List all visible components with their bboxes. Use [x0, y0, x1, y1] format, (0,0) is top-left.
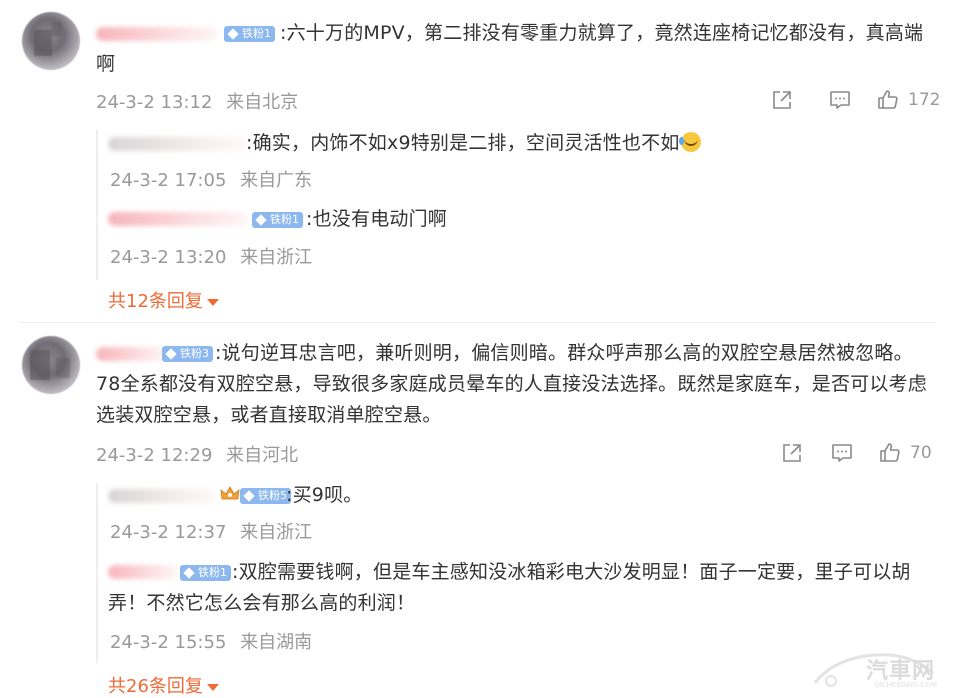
comment-location: 来自河北 [226, 445, 299, 466]
share-icon[interactable] [780, 441, 804, 465]
thumbs-up-icon[interactable] [876, 88, 900, 112]
watermark-logo: 汽車网 QICHEWANG.COM [811, 645, 941, 689]
more-replies-link[interactable]: 共12条回复 [108, 287, 219, 313]
comment-icon[interactable] [828, 88, 852, 112]
comment-date: 24-3-2 12:29 [96, 445, 213, 466]
diamond-icon [255, 214, 267, 226]
more-replies-label: 共12条回复 [108, 291, 203, 312]
avatar[interactable] [22, 12, 80, 70]
reply-location: 来自浙江 [240, 522, 313, 543]
caret-down-icon [206, 298, 219, 306]
reply-date: 24-3-2 13:20 [110, 247, 227, 268]
reply-text: :也没有电动门啊 [306, 208, 448, 230]
reply-meta: 24-3-2 12:37 来自浙江 [110, 518, 312, 544]
comment-date: 24-3-2 13:12 [96, 92, 213, 113]
fan-badge-label: 铁粉5 [258, 489, 287, 502]
crown-icon [220, 486, 240, 500]
laugh-cry-emoji-icon [678, 132, 701, 152]
comment-1: 铁粉1 :六十万的MPV，第二排没有零重力就算了，竟然连座椅记忆都没有，真高端啊… [0, 0, 955, 320]
reply-meta: 24-3-2 15:55 来自湖南 [110, 628, 312, 654]
reply-location: 来自湖南 [240, 632, 313, 653]
reply-date: 24-3-2 17:05 [110, 170, 227, 191]
diamond-icon [243, 490, 255, 502]
more-replies-label: 共26条回复 [108, 676, 203, 697]
reply-text: :确实，内饰不如x9特别是二排，空间灵活性也不如 [246, 128, 936, 159]
like-count: 70 [910, 443, 932, 463]
reply-text: :买9呗。 [286, 484, 363, 506]
like-count: 172 [908, 90, 941, 110]
watermark-subtext: QICHEWANG.COM [874, 681, 937, 689]
reply-text: :双腔需要钱啊，但是车主感知没冰箱彩电大沙发明显！面子一定要，里子可以胡弄！不然… [108, 561, 911, 614]
comment-actions: 70 [780, 440, 932, 466]
comment-location: 来自北京 [226, 92, 299, 113]
reply-username[interactable] [108, 212, 248, 226]
share-icon[interactable] [770, 88, 794, 112]
avatar[interactable] [22, 336, 80, 394]
fan-badge-label: 铁粉1 [270, 213, 299, 226]
fan-badge: 铁粉5 [240, 488, 291, 504]
reply-username[interactable] [108, 489, 216, 503]
comment-text: :说句逆耳忠言吧，兼听则明，偏信则暗。群众呼声那么高的双腔空悬居然被忽略。78全… [96, 342, 927, 426]
reply-date: 24-3-2 12:37 [110, 522, 227, 543]
reply-meta: 24-3-2 17:05 来自广东 [110, 166, 312, 192]
comment-meta: 24-3-2 12:29 来自河北 [96, 441, 298, 467]
reply-location: 来自广东 [240, 170, 313, 191]
comment-actions: 172 [770, 87, 940, 113]
more-replies-link[interactable]: 共26条回复 [108, 672, 219, 698]
comment-text: :六十万的MPV，第二排没有零重力就算了，竟然连座椅记忆都没有，真高端啊 [96, 22, 924, 75]
reply-location: 来自浙江 [240, 247, 313, 268]
caret-down-icon [206, 683, 219, 691]
comment-icon[interactable] [830, 441, 854, 465]
reply-date: 24-3-2 15:55 [110, 632, 227, 653]
reply-username[interactable] [108, 137, 248, 151]
thumbs-up-icon[interactable] [878, 441, 902, 465]
reply-meta: 24-3-2 13:20 来自浙江 [110, 243, 312, 269]
comment-meta: 24-3-2 13:12 来自北京 [96, 88, 298, 114]
fan-badge: 铁粉1 [252, 212, 303, 228]
comment-2: 铁粉3 :说句逆耳忠言吧，兼听则明，偏信则暗。群众呼声那么高的双腔空悬居然被忽略… [0, 320, 955, 698]
